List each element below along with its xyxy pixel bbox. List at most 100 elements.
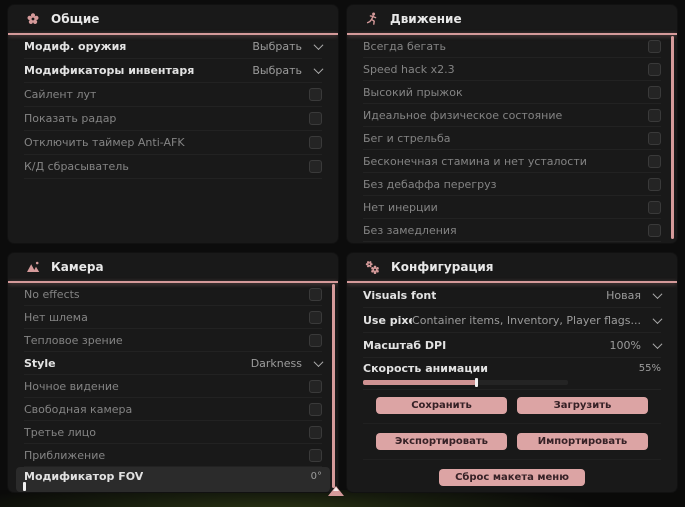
row-label: Модификаторы инвентаря bbox=[24, 64, 195, 77]
row-checkbox[interactable]: Бег и стрельба bbox=[363, 127, 661, 150]
dropdown[interactable]: Выбрать bbox=[252, 64, 324, 77]
row-label: Бесконечная стамина и нет усталости bbox=[363, 154, 587, 168]
dropdown-value: Новая bbox=[606, 288, 641, 302]
row-checkbox[interactable]: Третье лицо bbox=[24, 421, 322, 444]
row-checkbox[interactable]: Тепловое зрение bbox=[24, 329, 322, 352]
config-buttons: Сохранить Загрузить Экспортировать Импортир… bbox=[347, 390, 677, 492]
slider-value: 0° bbox=[310, 470, 322, 482]
checkbox[interactable] bbox=[648, 39, 661, 53]
chevron-down-icon bbox=[652, 313, 663, 324]
checkbox[interactable] bbox=[648, 200, 661, 214]
row-checkbox[interactable]: No effects bbox=[24, 283, 322, 306]
row-checkbox[interactable]: К/Д сбрасыватель bbox=[24, 155, 322, 179]
checkbox[interactable] bbox=[309, 112, 322, 125]
row-label: Идеальное физическое состояние bbox=[363, 108, 563, 122]
row-label: No effects bbox=[24, 287, 80, 301]
checkbox[interactable] bbox=[309, 310, 322, 324]
row-label: Нет шлема bbox=[24, 310, 88, 324]
dropdown[interactable]: 100% bbox=[609, 338, 663, 352]
checkbox[interactable] bbox=[309, 379, 322, 393]
checkbox[interactable] bbox=[309, 287, 322, 301]
panel-title: Движение bbox=[390, 12, 462, 26]
slider-handle[interactable] bbox=[23, 482, 26, 491]
checkbox[interactable] bbox=[648, 108, 661, 122]
row-checkbox[interactable]: Идеальное физическое состояние bbox=[363, 104, 661, 127]
row-checkbox[interactable]: Отключить таймер Anti-AFK bbox=[24, 131, 322, 155]
dropdown[interactable]: Новая bbox=[606, 288, 663, 302]
action-button[interactable]: Загрузить bbox=[517, 397, 648, 414]
checkbox[interactable] bbox=[309, 448, 322, 462]
panel-header-movement[interactable]: Движение bbox=[347, 5, 677, 33]
row-dropdown[interactable]: Visuals font Новая bbox=[363, 283, 663, 308]
flower-gear-icon bbox=[26, 12, 40, 26]
checkbox[interactable] bbox=[309, 425, 322, 439]
row-label: Свободная камера bbox=[24, 402, 133, 416]
checkbox[interactable] bbox=[648, 223, 661, 237]
row-label: Модиф. оружия bbox=[24, 40, 127, 53]
checkbox[interactable] bbox=[648, 177, 661, 191]
checkbox[interactable] bbox=[309, 136, 322, 149]
dropdown-value: Darkness bbox=[250, 356, 302, 370]
action-button[interactable]: Сохранить bbox=[376, 397, 507, 414]
checkbox[interactable] bbox=[648, 131, 661, 145]
slider-label-line: Скорость анимации 55% bbox=[363, 360, 661, 377]
action-button[interactable]: Импортировать bbox=[517, 433, 648, 450]
row-label: Без замедления bbox=[363, 223, 457, 237]
row-label: Нет инерции bbox=[363, 200, 438, 214]
row-label: Высокий прыжок bbox=[363, 85, 463, 99]
row-checkbox[interactable]: Без дебаффа перегруз bbox=[363, 173, 661, 196]
row-dropdown[interactable]: Style Darkness bbox=[24, 352, 324, 375]
row-checkbox[interactable]: Без замедления bbox=[363, 219, 661, 242]
dropdown[interactable]: Container items, Inventory, Player flags… bbox=[412, 313, 663, 327]
slider-track[interactable] bbox=[23, 482, 322, 491]
row-checkbox[interactable]: Сайлент лут bbox=[24, 83, 322, 107]
scrollbar[interactable] bbox=[671, 36, 674, 239]
row-checkbox[interactable]: Приближение bbox=[24, 444, 322, 467]
panel-config: Конфигурация Visuals font Новая Use pixel … bbox=[347, 253, 677, 492]
row-checkbox[interactable]: Показать радар bbox=[24, 107, 322, 131]
row-label: Показать радар bbox=[24, 112, 117, 125]
checkbox[interactable] bbox=[309, 160, 322, 173]
row-dropdown[interactable]: Модификаторы инвентаря Выбрать bbox=[24, 59, 324, 83]
action-button[interactable]: Сброс макета меню bbox=[439, 469, 585, 486]
panel-header-general[interactable]: Общие bbox=[8, 5, 338, 33]
scrollbar[interactable] bbox=[332, 284, 335, 488]
dropdown[interactable]: Выбрать bbox=[252, 40, 324, 53]
cursor-marker bbox=[328, 486, 344, 496]
checkbox[interactable] bbox=[648, 154, 661, 168]
checkbox[interactable] bbox=[309, 402, 322, 416]
rows-movement: Всегда бегать Speed hack x2.3 Высокий прыж… bbox=[347, 35, 677, 242]
row-checkbox[interactable]: Бесконечная стамина и нет усталости bbox=[363, 150, 661, 173]
panel-title: Конфигурация bbox=[391, 260, 494, 274]
panel-header-config[interactable]: Конфигурация bbox=[347, 253, 677, 281]
row-checkbox[interactable]: Нет инерции bbox=[363, 196, 661, 219]
row-dropdown[interactable]: Use pixel font forContainer items, Inven… bbox=[363, 308, 663, 333]
row-dropdown[interactable]: Масштаб DPI 100% bbox=[363, 333, 663, 358]
row-label: Бег и стрельба bbox=[363, 131, 451, 145]
panel-general: Общие Модиф. оружия Выбрать Модификаторы и… bbox=[8, 5, 338, 243]
row-checkbox[interactable]: Высокий прыжок bbox=[363, 81, 661, 104]
row-checkbox[interactable]: Нет шлема bbox=[24, 306, 322, 329]
slider-handle[interactable] bbox=[474, 378, 478, 387]
row-label: Speed hack x2.3 bbox=[363, 62, 455, 76]
panel-movement: Движение Всегда бегать Speed hack x2.3 Выс… bbox=[347, 5, 677, 243]
checkbox[interactable] bbox=[309, 88, 322, 101]
dropdown[interactable]: Darkness bbox=[250, 356, 324, 370]
checkbox[interactable] bbox=[648, 85, 661, 99]
dropdown-value: Выбрать bbox=[252, 64, 302, 77]
checkbox[interactable] bbox=[648, 62, 661, 76]
slider-track[interactable] bbox=[363, 378, 568, 387]
row-label: Модификатор FOV bbox=[24, 469, 144, 483]
row-dropdown[interactable]: Модиф. оружия Выбрать bbox=[24, 35, 324, 59]
action-button[interactable]: Экспортировать bbox=[376, 433, 507, 450]
row-slider[interactable]: Модификатор FOV 0° bbox=[16, 467, 330, 492]
row-checkbox[interactable]: Всегда бегать bbox=[363, 35, 661, 58]
dropdown-value: 100% bbox=[609, 338, 641, 352]
row-checkbox[interactable]: Ночное видение bbox=[24, 375, 322, 398]
checkbox[interactable] bbox=[309, 333, 322, 347]
chevron-down-icon bbox=[313, 64, 324, 75]
row-checkbox[interactable]: Speed hack x2.3 bbox=[363, 58, 661, 81]
row-slider[interactable]: Скорость анимации 55% bbox=[363, 358, 661, 390]
row-checkbox[interactable]: Свободная камера bbox=[24, 398, 322, 421]
panel-header-camera[interactable]: Камера bbox=[8, 253, 338, 281]
